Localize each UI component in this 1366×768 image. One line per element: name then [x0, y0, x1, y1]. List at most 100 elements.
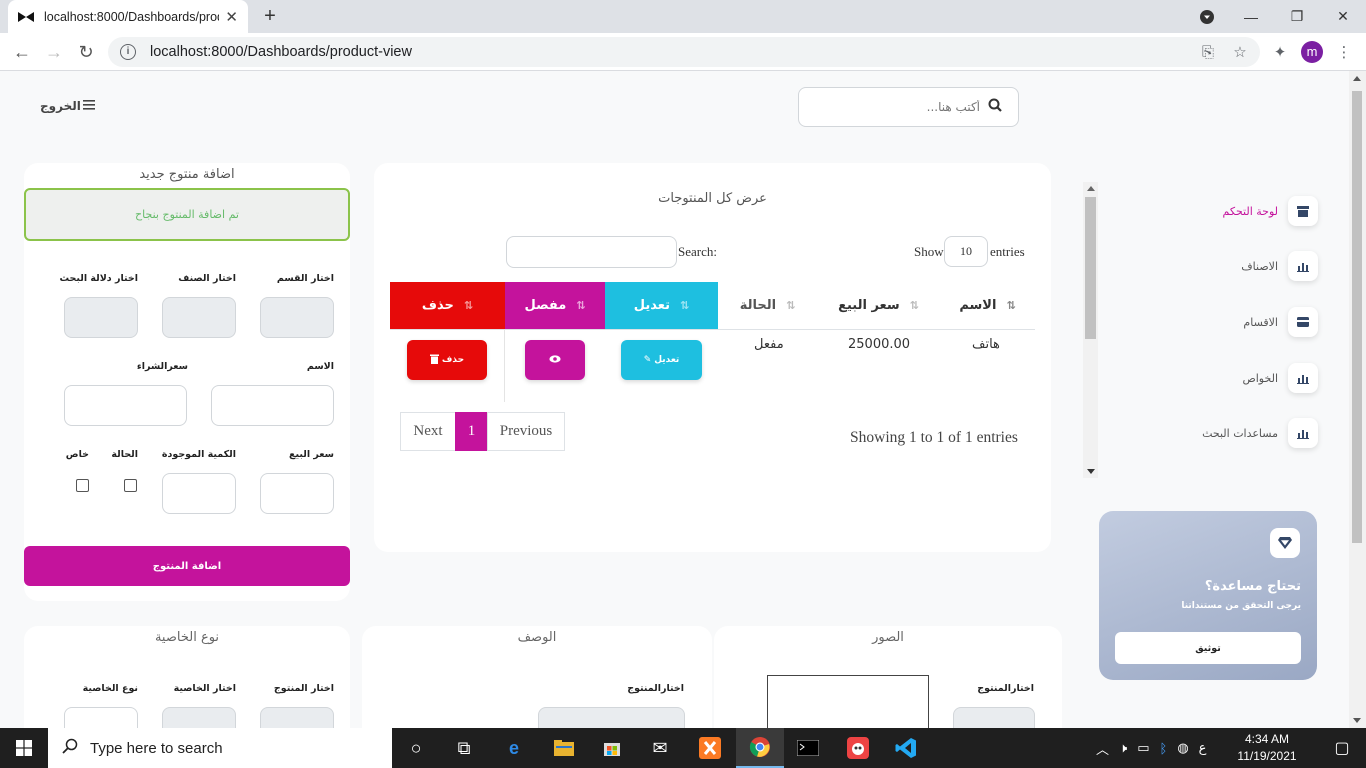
images-product-select[interactable]: [953, 707, 1035, 728]
add-product-button[interactable]: اضافة المنتوج: [24, 546, 350, 586]
name-input[interactable]: [211, 385, 334, 426]
forward-icon[interactable]: →: [42, 40, 66, 64]
bluetooth-icon[interactable]: ᛒ: [1160, 741, 1168, 756]
sidebar-scrollbar[interactable]: [1083, 182, 1098, 478]
clock[interactable]: 4:34 AM 11/19/2021: [1227, 731, 1307, 765]
images-card: الصور اختارالمنتوج: [714, 626, 1062, 728]
vscode-icon[interactable]: [882, 728, 930, 768]
column-detail-label: مفصل: [524, 298, 567, 313]
column-header-delete[interactable]: حذف ⇅: [390, 282, 505, 330]
sidebar-item-sections[interactable]: الاقسام: [1183, 305, 1318, 339]
status-checkbox[interactable]: [124, 479, 137, 492]
taskbar-search[interactable]: Type here to search: [48, 728, 392, 768]
quantity-label: الكمية الموجودة: [161, 449, 236, 460]
chrome-icon[interactable]: [736, 728, 784, 768]
delete-button[interactable]: حذف: [407, 340, 487, 380]
xampp-icon[interactable]: [686, 728, 734, 768]
section-select[interactable]: [260, 297, 334, 338]
input-language[interactable]: ع: [1199, 740, 1207, 756]
sidebar-item-dashboard[interactable]: لوحة التحكم: [1183, 194, 1318, 228]
edit-icon: ✎: [643, 355, 652, 365]
product-select[interactable]: [260, 707, 334, 728]
scroll-down-icon[interactable]: [1353, 718, 1361, 723]
description-product-select[interactable]: [538, 707, 685, 728]
column-header-status[interactable]: الحالة ⇅: [718, 282, 817, 330]
file-explorer-icon[interactable]: [540, 728, 588, 768]
store-icon[interactable]: [588, 728, 636, 768]
entries-select[interactable]: 10: [944, 236, 988, 267]
attribute-type-input[interactable]: [64, 707, 138, 728]
extensions-icon[interactable]: ✦: [1270, 42, 1290, 62]
sidebar-item-search-aids[interactable]: مساعدات البحث: [1183, 416, 1318, 450]
view-button[interactable]: [525, 340, 585, 380]
page-1-button[interactable]: 1: [455, 412, 488, 451]
previous-page-button[interactable]: Previous: [487, 412, 565, 451]
trash-icon: [429, 354, 439, 367]
scroll-down-icon[interactable]: [1087, 469, 1095, 474]
table-search-input[interactable]: [506, 236, 677, 268]
search-term-select[interactable]: [64, 297, 138, 338]
column-header-edit[interactable]: تعديل ⇅: [605, 282, 718, 330]
column-header-detail[interactable]: مفصل ⇅: [505, 282, 605, 330]
bookmark-star-icon[interactable]: ☆: [1230, 42, 1250, 62]
documentation-button[interactable]: توثيق: [1115, 632, 1301, 664]
edit-button[interactable]: ✎ تعديل: [621, 340, 702, 380]
battery-icon[interactable]: ▭: [1137, 740, 1149, 756]
terminal-icon[interactable]: [784, 728, 832, 768]
next-page-button[interactable]: Next: [400, 412, 456, 451]
profile-avatar[interactable]: m: [1301, 41, 1323, 63]
logout-link[interactable]: الخروج: [40, 99, 95, 113]
kebab-menu-icon[interactable]: ⋮: [1334, 42, 1354, 62]
scroll-up-icon[interactable]: [1087, 186, 1095, 191]
sidebar-item-attributes[interactable]: الخواص: [1183, 361, 1318, 395]
logout-label: الخروج: [40, 99, 81, 113]
cortana-icon[interactable]: ○: [392, 728, 440, 768]
tray-chevron-icon[interactable]: ︿: [1096, 739, 1109, 758]
page-scroll-thumb[interactable]: [1352, 91, 1362, 543]
site-info-icon[interactable]: i: [120, 44, 136, 60]
window-close-icon[interactable]: ✕: [1320, 0, 1366, 33]
help-title: تحتاج مساعدة؟: [1204, 579, 1301, 594]
column-header-price[interactable]: سعر البيع ⇅: [817, 282, 940, 330]
mail-icon[interactable]: ✉: [636, 728, 684, 768]
back-icon[interactable]: ←: [10, 40, 34, 64]
quantity-input[interactable]: [162, 473, 236, 514]
status-label: الحالة: [111, 449, 138, 460]
restore-icon[interactable]: ❐: [1274, 0, 1320, 33]
browser-tab[interactable]: localhost:8000/Dashboards/prod ✕: [8, 0, 248, 33]
gimp-icon[interactable]: [834, 728, 882, 768]
scroll-up-icon[interactable]: [1353, 76, 1361, 81]
special-checkbox[interactable]: [76, 479, 89, 492]
url-field[interactable]: i localhost:8000/Dashboards/product-view: [108, 37, 1260, 67]
search-term-label: اختار دلالة البحث: [59, 273, 138, 284]
sidebar-scroll-thumb[interactable]: [1085, 197, 1096, 339]
windows-start-icon[interactable]: [0, 728, 48, 768]
pagination: Next 1 Previous: [400, 412, 565, 451]
search-icon: [62, 738, 78, 758]
minimize-icon[interactable]: —: [1228, 0, 1274, 33]
volume-icon[interactable]: 🕨: [1119, 740, 1127, 756]
column-header-name[interactable]: الاسم ⇅: [940, 282, 1035, 330]
task-view-icon[interactable]: ⧉: [440, 728, 488, 768]
network-globe-icon[interactable]: ◍: [1177, 740, 1188, 756]
attribute-select[interactable]: [162, 707, 236, 728]
notifications-icon[interactable]: ▢: [1318, 728, 1366, 768]
attribute-label: اختار الخاصية: [173, 683, 236, 694]
category-select[interactable]: [162, 297, 236, 338]
name-label: الاسم: [306, 361, 334, 372]
purchase-price-input[interactable]: [64, 385, 187, 426]
delete-button-label: حذف: [441, 355, 465, 365]
chrome-menu-down-icon[interactable]: [1184, 0, 1230, 33]
column-name-label: الاسم: [959, 298, 997, 313]
description-card: الوصف اختارالمنتوج: [362, 626, 712, 728]
sidebar-item-categories[interactable]: الاصناف: [1183, 249, 1318, 283]
sale-price-input[interactable]: [260, 473, 334, 514]
reload-icon[interactable]: ↻: [74, 40, 98, 64]
search-input[interactable]: [811, 100, 980, 114]
translate-icon[interactable]: ⎘: [1198, 42, 1218, 62]
edge-icon[interactable]: e: [490, 728, 538, 768]
new-tab-icon[interactable]: +: [258, 4, 282, 28]
tab-close-icon[interactable]: ✕: [225, 8, 238, 26]
cell-status: مفعل: [754, 337, 784, 352]
page-scrollbar[interactable]: [1349, 71, 1366, 728]
